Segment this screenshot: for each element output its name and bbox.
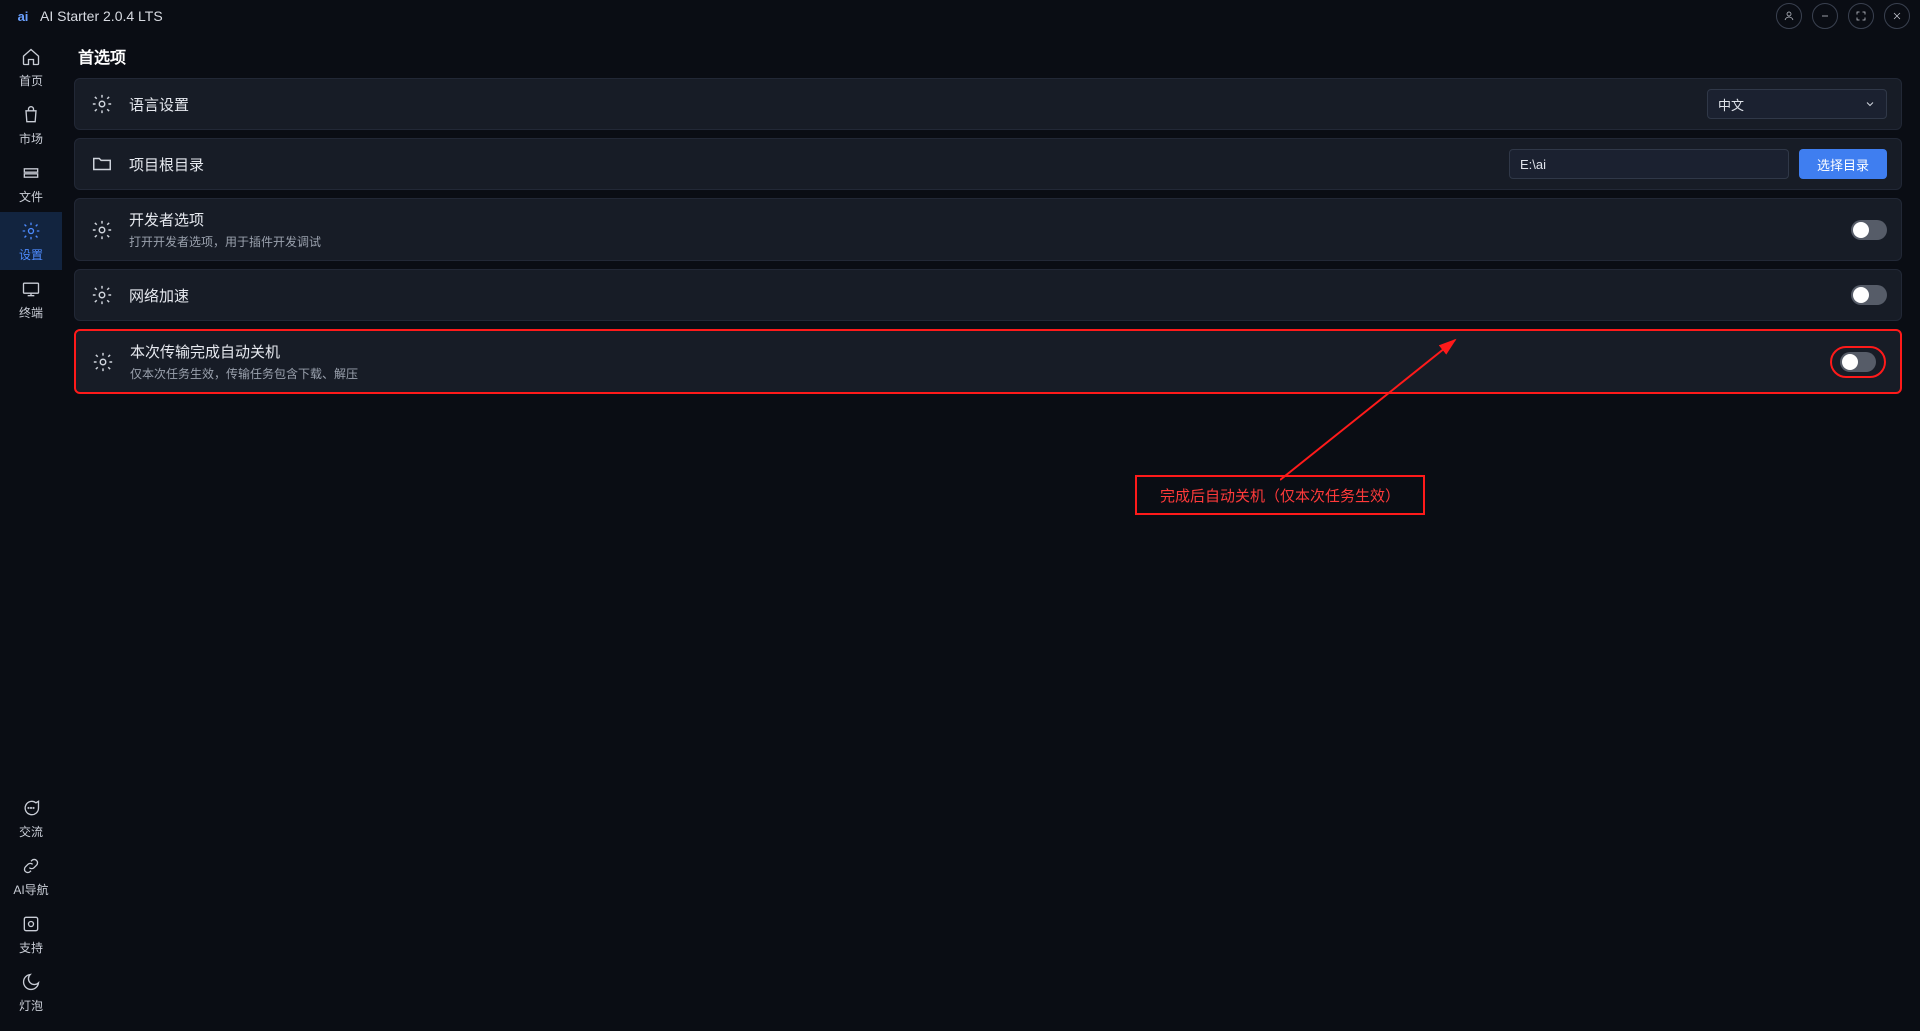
network-toggle[interactable] [1851,285,1887,305]
gear-icon [20,220,42,242]
nav-label: 灯泡 [19,997,43,1014]
moon-icon [20,971,42,993]
setting-row-language: 语言设置 中文 [74,78,1902,130]
setting-row-auto-shutdown: 本次传输完成自动关机 仅本次任务生效，传输任务包含下载、解压 [74,329,1902,394]
shutdown-toggle[interactable] [1840,352,1876,372]
nav-label: 支持 [19,939,43,956]
nav-files[interactable]: 文件 [0,154,62,212]
nav-label: 市场 [19,130,43,147]
link-icon [20,855,42,877]
nav-label: 设置 [19,246,43,263]
nav-terminal[interactable]: 终端 [0,270,62,328]
developer-toggle[interactable] [1851,220,1887,240]
choose-folder-button[interactable]: 选择目录 [1799,149,1887,179]
chat-icon [20,797,42,819]
close-button[interactable] [1884,3,1910,29]
nav-label: 首页 [19,72,43,89]
setting-desc: 仅本次任务生效，传输任务包含下载、解压 [130,365,1816,382]
minimize-button[interactable] [1812,3,1838,29]
gear-icon [90,349,116,375]
home-icon [20,46,42,68]
sidebar: 首页 市场 文件 设置 终端 交流 [0,32,62,1031]
nav-chat[interactable]: 交流 [0,789,62,847]
terminal-icon [20,278,42,300]
gear-icon [89,217,115,243]
title-bar: ai AI Starter 2.0.4 LTS [0,0,1920,32]
nav-label: AI导航 [13,881,48,898]
setting-row-network: 网络加速 [74,269,1902,321]
nav-settings[interactable]: 设置 [0,212,62,270]
nav-market[interactable]: 市场 [0,96,62,154]
files-icon [20,162,42,184]
setting-desc: 打开开发者选项，用于插件开发调试 [129,233,1837,250]
folder-icon [89,151,115,177]
annotation-label: 完成后自动关机（仅本次任务生效） [1135,475,1425,515]
project-root-value: E:\ai [1520,157,1546,172]
app-logo-icon: ai [14,7,32,25]
nav-ai-link[interactable]: AI导航 [0,847,62,905]
app-title: AI Starter 2.0.4 LTS [40,8,163,24]
setting-label: 本次传输完成自动关机 [130,341,1816,362]
setting-label: 开发者选项 [129,209,1837,230]
maximize-button[interactable] [1848,3,1874,29]
main-panel: 首选项 语言设置 中文 项目根目录 [62,32,1920,1031]
setting-row-project-root: 项目根目录 E:\ai 选择目录 [74,138,1902,190]
setting-row-developer: 开发者选项 打开开发者选项，用于插件开发调试 [74,198,1902,261]
gear-icon [89,91,115,117]
setting-label: 网络加速 [129,285,1837,306]
nav-label: 终端 [19,304,43,321]
support-icon [20,913,42,935]
nav-support[interactable]: 支持 [0,905,62,963]
shutdown-toggle-highlight [1830,346,1886,378]
nav-label: 交流 [19,823,43,840]
chevron-down-icon [1864,98,1876,110]
annotation-text: 完成后自动关机（仅本次任务生效） [1160,485,1400,506]
setting-label: 语言设置 [129,94,1693,115]
user-button[interactable] [1776,3,1802,29]
gear-icon [89,282,115,308]
language-select[interactable]: 中文 [1707,89,1887,119]
nav-home[interactable]: 首页 [0,38,62,96]
nav-label: 文件 [19,188,43,205]
setting-label: 项目根目录 [129,154,1495,175]
project-root-input[interactable]: E:\ai [1509,149,1789,179]
nav-theme[interactable]: 灯泡 [0,963,62,1021]
page-title: 首选项 [74,42,1902,78]
language-value: 中文 [1718,95,1744,114]
market-icon [20,104,42,126]
